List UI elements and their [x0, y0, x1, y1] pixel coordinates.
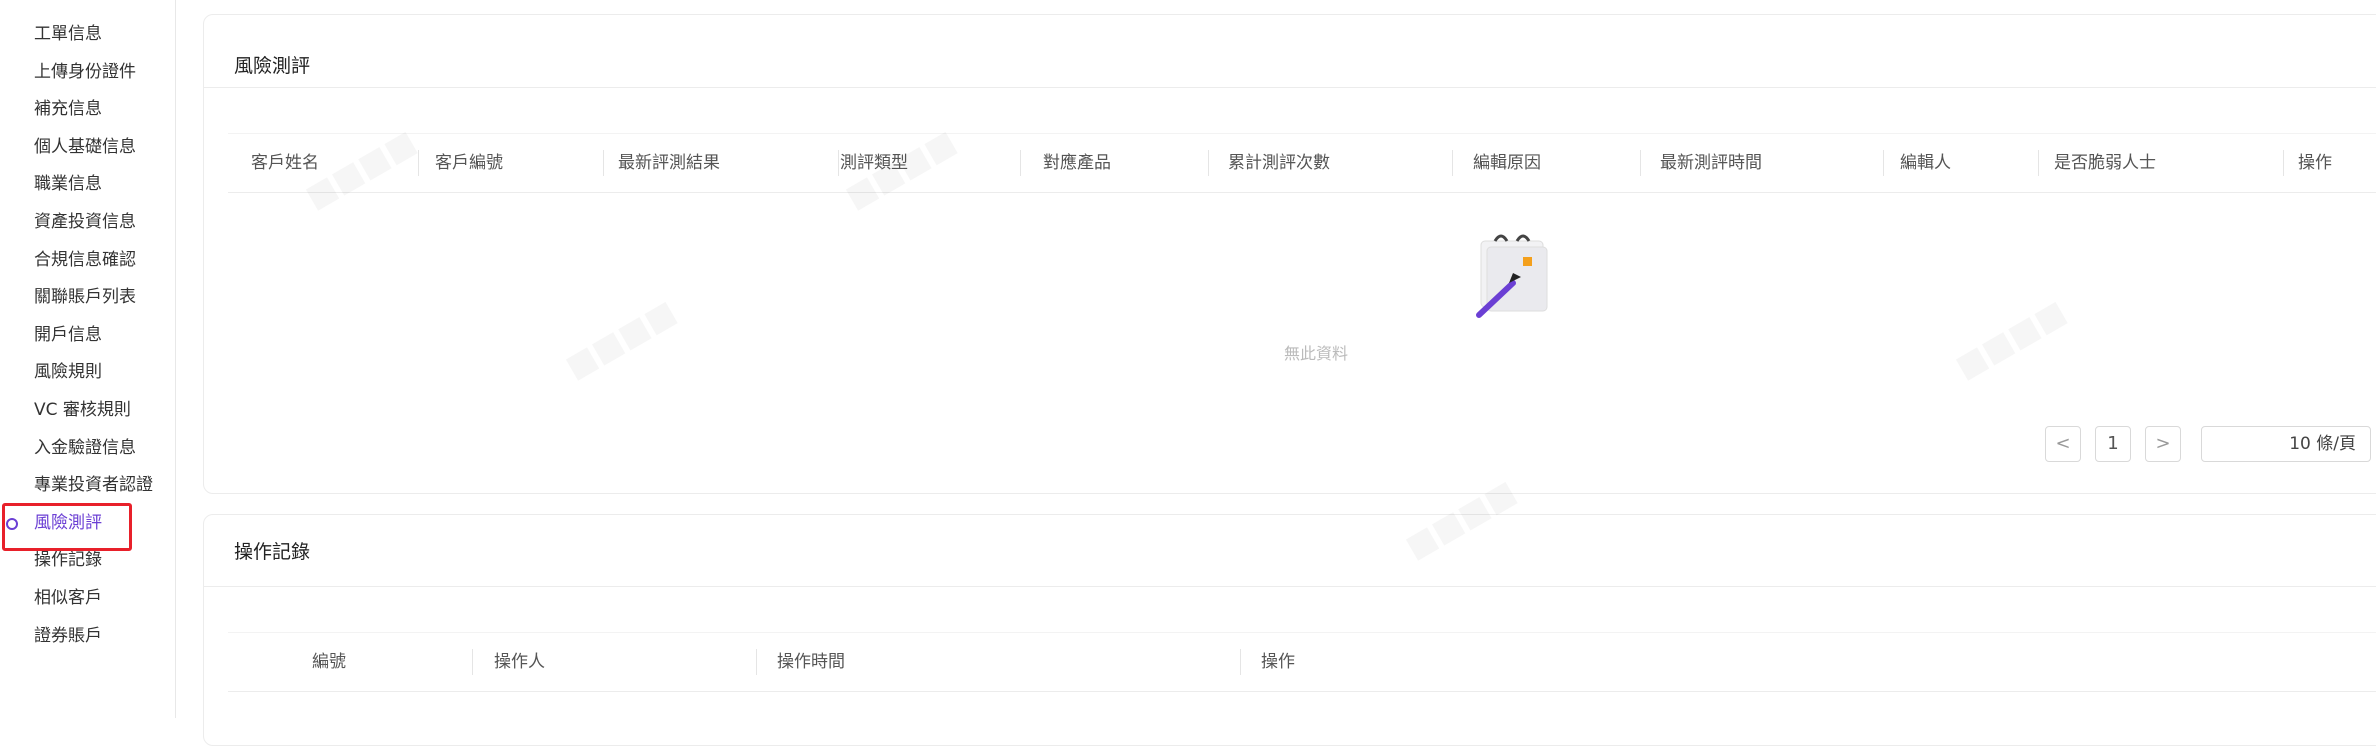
column-header: 客戶姓名 — [251, 153, 319, 173]
column-header: 最新測評時間 — [1660, 153, 1762, 173]
column-separator — [1240, 649, 1241, 675]
sidebar-item-label: 操作記錄 — [34, 550, 102, 571]
sidebar-item-label: 工單信息 — [34, 24, 102, 44]
sidebar-item[interactable]: 合規信息確認 — [0, 242, 175, 280]
column-header: 操作 — [1261, 652, 1295, 672]
table-header: 客戶姓名 客戶編號 最新評測結果 測評類型 對應產品 累計測評次數 編輯原因 最新測評時間 編輯… — [228, 133, 2376, 193]
sidebar-item-label: 專業投資者認證 — [34, 475, 153, 496]
operation-log-panel: 操作記錄 編號 操作人 操作時間 操作 — [203, 514, 2376, 746]
sidebar-item[interactable]: 個人基礎信息 — [0, 129, 175, 167]
sidebar-item[interactable]: 工單信息 — [0, 16, 175, 54]
sidebar-item-label: VC 審核規則 — [34, 399, 131, 420]
column-separator — [603, 150, 604, 176]
highlight-box — [2, 503, 132, 551]
sidebar-item[interactable]: 相似客戶 — [0, 580, 175, 618]
page-size-select[interactable]: 10 條/頁 — [2201, 426, 2371, 462]
sidebar-item-label: 入金驗證信息 — [34, 437, 136, 458]
sidebar-item-label: 風險規則 — [34, 362, 102, 383]
sidebar-item-label: 關聯賬戶列表 — [34, 287, 136, 308]
sidebar-item[interactable]: VC 審核規則 — [0, 392, 175, 430]
sidebar-item[interactable]: 上傳身份證件 — [0, 54, 175, 92]
column-header: 累計測評次數 — [1228, 153, 1330, 173]
table-header: 編號 操作人 操作時間 操作 — [228, 632, 2376, 692]
risk-assessment-panel: 風險測評 客戶姓名 客戶編號 最新評測結果 測評類型 對應產品 累計測評次數 編輯原因 最新測… — [203, 14, 2376, 494]
sidebar-item-label: 資產投資信息 — [34, 211, 136, 232]
sidebar-item-label: 個人基礎信息 — [34, 136, 136, 157]
divider — [204, 586, 2376, 587]
sidebar-nav: 工單信息上傳身份證件 補充信息個人基礎信息 職業信息資產投資信息 合規信息確認 關聯賬戶… — [0, 16, 175, 655]
empty-text: 無此資料 — [1284, 344, 1349, 363]
column-header: 操作時間 — [777, 652, 845, 672]
sidebar-item-label: 開戶信息 — [34, 324, 102, 345]
next-page-button[interactable]: > — [2145, 426, 2181, 462]
sidebar-item[interactable]: 職業信息 — [0, 166, 175, 204]
sidebar-item[interactable]: 證券賬戶 — [0, 618, 175, 656]
column-separator — [1208, 150, 1209, 176]
sidebar-divider — [175, 0, 176, 718]
sidebar-item-label: 合規信息確認 — [34, 249, 136, 270]
panel-title: 操作記錄 — [234, 541, 311, 563]
column-header: 操作人 — [494, 652, 545, 672]
column-header: 測評類型 — [840, 153, 908, 173]
column-separator — [1640, 150, 1641, 176]
column-separator — [1452, 150, 1453, 176]
sidebar-item[interactable]: 專業投資者認證 — [0, 467, 175, 505]
sidebar-item-label: 證券賬戶 — [34, 625, 102, 646]
column-separator — [418, 150, 419, 176]
prev-page-button[interactable]: < — [2045, 426, 2081, 462]
column-separator — [756, 649, 757, 675]
panel-title: 風險測評 — [234, 55, 311, 77]
sidebar-item-label: 職業信息 — [34, 174, 102, 195]
sidebar-item[interactable]: 風險規則 — [0, 354, 175, 392]
sidebar-item[interactable]: 資產投資信息 — [0, 204, 175, 242]
empty-notebook-pen-icon — [1459, 225, 1559, 329]
sidebar-item-label: 上傳身份證件 — [34, 61, 136, 82]
column-header: 編號 — [312, 652, 346, 672]
column-separator — [1020, 150, 1021, 176]
column-header: 編輯原因 — [1473, 153, 1541, 173]
column-header: 編輯人 — [1900, 153, 1951, 173]
sidebar-item[interactable]: 關聯賬戶列表 — [0, 279, 175, 317]
column-header: 是否脆弱人士 — [2054, 153, 2156, 173]
sidebar-item[interactable]: 開戶信息 — [0, 317, 175, 355]
column-header: 客戶編號 — [435, 153, 503, 173]
sidebar-item[interactable]: 入金驗證信息 — [0, 430, 175, 468]
column-separator — [838, 150, 839, 176]
column-separator — [2283, 150, 2284, 176]
page-1-button[interactable]: 1 — [2095, 426, 2131, 462]
column-header: 操作 — [2298, 153, 2332, 173]
sidebar: 工單信息上傳身份證件 補充信息個人基礎信息 職業信息資產投資信息 合規信息確認 關聯賬戶… — [0, 0, 175, 718]
sidebar-item[interactable]: 補充信息 — [0, 91, 175, 129]
column-separator — [1883, 150, 1884, 176]
column-separator — [472, 649, 473, 675]
column-header: 對應產品 — [1043, 153, 1111, 173]
column-header: 最新評測結果 — [618, 153, 720, 173]
sidebar-item-label: 補充信息 — [34, 99, 102, 120]
divider — [204, 87, 2376, 88]
sidebar-item-label: 相似客戶 — [34, 587, 102, 608]
column-separator — [2038, 150, 2039, 176]
